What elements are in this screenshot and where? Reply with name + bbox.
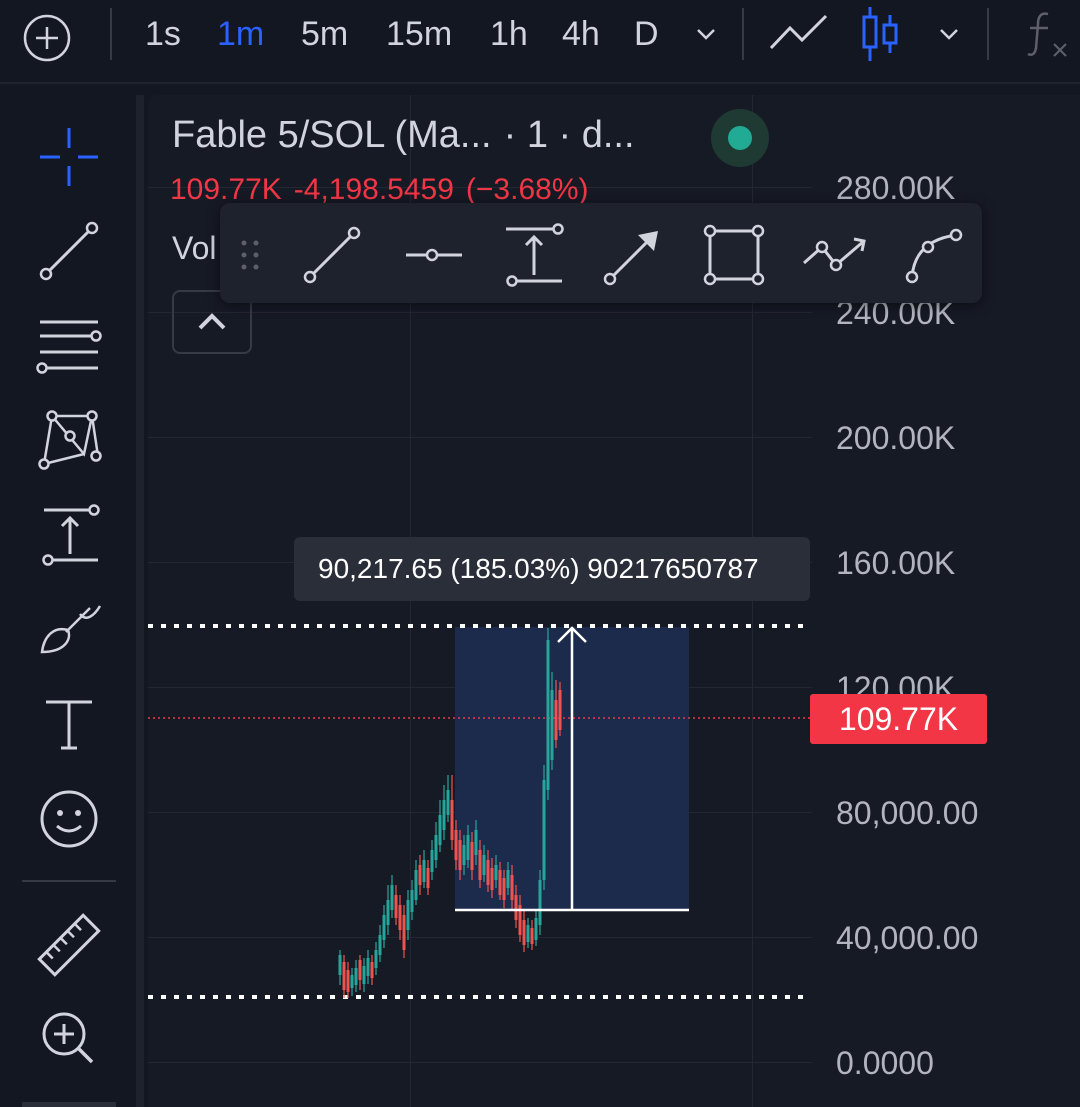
candle-body (510, 875, 514, 900)
candle-body (542, 780, 546, 880)
candle-body (406, 900, 410, 930)
trend-line-icon[interactable] (300, 223, 364, 287)
candle-body (530, 928, 534, 944)
floating-drawing-toolbar (220, 203, 982, 303)
symbol-legend[interactable]: Fable 5/SOL (Ma... · 1 · d... (172, 114, 635, 157)
candle-body (410, 890, 414, 912)
candle-body (338, 955, 342, 975)
candle-body (422, 860, 426, 882)
candle-body (458, 840, 462, 870)
candle-body (358, 960, 362, 980)
candle-body (394, 895, 398, 918)
symbol-title[interactable]: Fable 5/SOL (Ma... (172, 114, 492, 156)
candle-body (546, 640, 550, 790)
change-value: -4,198.5459 (293, 173, 454, 206)
candle-body (494, 865, 498, 880)
candle-body (454, 830, 458, 860)
curve-icon[interactable] (902, 223, 966, 287)
volume-legend[interactable]: Vol (172, 230, 216, 267)
candle-body (442, 800, 446, 830)
candle-body (350, 975, 354, 988)
candle-body (382, 915, 386, 940)
drag-handle-icon[interactable] (236, 223, 266, 287)
candle-body (474, 830, 478, 855)
candle-body (446, 790, 450, 815)
candle-body (418, 865, 422, 885)
candle-body (398, 905, 402, 930)
candle-body (390, 885, 394, 910)
candle-body (450, 800, 454, 840)
candle-body (470, 842, 474, 870)
candle-body (534, 918, 538, 940)
candle-body (490, 868, 494, 890)
candle-body (554, 700, 558, 740)
ohlc-values: 109.77K -4,198.5459 (−3.68%) (170, 173, 601, 207)
measurement-tooltip: 90,217.65 (185.03%) 90217650787 (294, 537, 810, 601)
candle-body (558, 690, 562, 730)
candle-body (506, 870, 510, 888)
candle-body (526, 925, 530, 942)
candle-body (426, 868, 430, 888)
candle-body (386, 900, 390, 925)
market-status[interactable] (711, 109, 769, 167)
candle-body (434, 835, 438, 860)
close-value: 109.77K (170, 173, 282, 206)
candle-body (538, 880, 542, 925)
candle-body (374, 950, 378, 968)
candle-body (362, 966, 366, 984)
candle-body (514, 895, 518, 920)
current-price-label: 109.77K (810, 694, 987, 744)
candle-body (462, 845, 466, 865)
candle-body (478, 850, 482, 880)
candle-body (486, 860, 490, 885)
price-range-icon[interactable] (502, 223, 566, 287)
candle-body (550, 690, 554, 760)
candle-body (402, 915, 406, 950)
candle-body (466, 835, 470, 860)
change-percent: (−3.68%) (465, 173, 589, 206)
candle-body (370, 962, 374, 978)
candle-body (522, 920, 526, 945)
candle-body (346, 970, 350, 992)
candle-body (366, 958, 370, 976)
candle-body (482, 855, 486, 875)
horizontal-ray-icon[interactable] (402, 223, 466, 287)
candle-body (414, 870, 418, 900)
arrow-icon[interactable] (602, 223, 666, 287)
candle-body (378, 935, 382, 955)
candle-body (502, 878, 506, 900)
candle-body (354, 968, 358, 985)
candle-body (342, 962, 346, 990)
candle-body (438, 815, 442, 845)
path-icon[interactable] (800, 223, 870, 287)
candle-body (430, 850, 434, 872)
rectangle-icon[interactable] (702, 223, 766, 287)
candle-body (498, 870, 502, 895)
symbol-subtitle: · 1 · d... (503, 114, 635, 156)
live-status-dot (728, 126, 752, 150)
